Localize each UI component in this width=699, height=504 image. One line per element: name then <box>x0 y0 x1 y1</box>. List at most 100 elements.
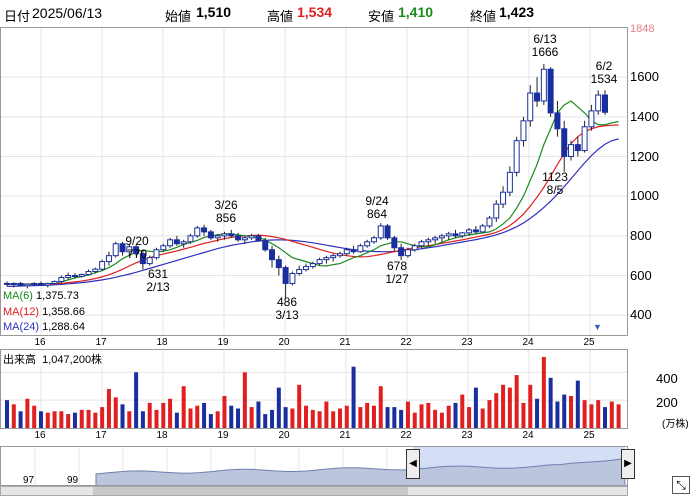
candle-body <box>445 233 452 237</box>
range-navigator[interactable]: 9799010305070911131517192123 ◀ ▶ <box>0 446 635 486</box>
vol-tick-200: 200 <box>656 395 678 410</box>
annotation-2: 3/26 856 <box>214 198 238 225</box>
expand-icon[interactable]: ⤡ <box>672 476 690 494</box>
xaxis2-tick-20: 20 <box>278 430 290 441</box>
close-value: 1,423 <box>499 4 535 20</box>
candle-body <box>466 229 473 234</box>
candle-body <box>547 68 554 114</box>
candle-body <box>289 273 296 284</box>
candle-body <box>581 126 588 152</box>
volume-bar <box>371 405 376 428</box>
price-chart-panel[interactable]: ▼ 9/20 770 631 2/13 3/26 856 486 3/13 9/24 8… <box>0 27 628 336</box>
annotation-4: 9/24 864 <box>365 194 389 221</box>
volume-bar <box>18 411 23 428</box>
candle-body <box>71 275 78 278</box>
volume-panel[interactable]: 出来高 1,047,200株 <box>0 349 628 429</box>
volume-bar <box>589 404 594 428</box>
xaxis1-tick-20: 20 <box>278 337 290 348</box>
candle-body <box>540 68 547 102</box>
annotation-7: 1123 8/5 <box>542 170 568 197</box>
xaxis1-tick-19: 19 <box>217 337 229 348</box>
volume-bar <box>283 407 288 428</box>
candle-body <box>119 243 126 253</box>
volume-bar <box>317 411 322 428</box>
candle-body <box>404 249 411 257</box>
volume-bar <box>562 394 567 428</box>
volume-bar <box>106 389 111 428</box>
volume-bar <box>494 393 499 428</box>
open-label: 始値 <box>165 9 192 24</box>
candle-body <box>493 203 500 219</box>
range-right-handle[interactable]: ▶ <box>621 449 635 479</box>
ma24-legend-value: 1,288.64 <box>42 321 85 333</box>
volume-bar <box>45 412 50 428</box>
candle-body <box>24 283 31 287</box>
candle-body <box>44 282 51 286</box>
volume-bar <box>480 408 485 428</box>
candle-body <box>248 235 255 239</box>
xaxis2-tick-23: 23 <box>461 430 473 441</box>
candle-body <box>561 128 568 158</box>
volume-bar <box>603 407 607 428</box>
candle-body <box>31 282 38 285</box>
volume-bar <box>569 395 574 428</box>
volume-bar <box>38 411 43 428</box>
candle-body <box>574 144 581 152</box>
candle-body <box>194 227 201 237</box>
volume-bar <box>32 405 37 428</box>
range-left-handle[interactable]: ◀ <box>406 449 420 479</box>
candle-body <box>343 249 350 255</box>
volume-bar <box>439 412 444 428</box>
price-tick-1200: 1200 <box>630 148 659 164</box>
volume-bar <box>93 412 98 428</box>
candle-body <box>357 245 364 253</box>
candle-body <box>207 231 214 239</box>
candle-body <box>303 266 309 271</box>
volume-bar <box>405 401 410 428</box>
volume-bar <box>399 409 404 428</box>
candle-body <box>187 235 194 243</box>
volume-bar <box>304 405 308 428</box>
volume-bar <box>582 400 587 428</box>
horizontal-scrollbar[interactable] <box>0 486 628 496</box>
volume-bar <box>535 398 540 428</box>
volume-bar <box>324 401 329 428</box>
volume-bar <box>358 407 363 428</box>
candle-body <box>370 237 377 243</box>
candle-body <box>105 255 112 263</box>
volume-bar <box>72 412 77 428</box>
volume-bar <box>473 387 478 428</box>
xaxis1-tick-16: 16 <box>34 337 46 348</box>
volume-bar <box>290 408 295 428</box>
candle-body <box>418 241 425 247</box>
candle-body <box>167 239 174 247</box>
candle-body <box>506 171 513 193</box>
candle-body <box>452 233 459 237</box>
candle-body <box>180 241 187 245</box>
vol-unit: (万株) <box>662 419 689 430</box>
candle-body <box>275 259 282 269</box>
candle-body <box>282 267 289 284</box>
volume-bar <box>161 402 166 428</box>
volume-bar <box>514 375 519 428</box>
volume-bar <box>208 414 213 428</box>
volume-bar <box>467 407 472 428</box>
volume-bar <box>433 409 438 428</box>
volume-bar <box>331 411 336 428</box>
date-value: 2025/06/13 <box>32 5 103 21</box>
volume-bar <box>222 395 227 428</box>
volume-bar <box>276 387 281 428</box>
candle-body <box>214 235 221 239</box>
volume-bar <box>596 400 601 428</box>
xaxis2-tick-21: 21 <box>339 430 351 441</box>
vol-tick-400: 400 <box>656 371 678 386</box>
candle-body <box>112 243 119 257</box>
volume-bar <box>351 366 356 428</box>
ma24-legend: MA(24) 1,288.64 <box>3 321 85 333</box>
candle-body <box>411 245 418 251</box>
candle-body <box>4 282 10 285</box>
price-tick-1400: 1400 <box>630 108 659 124</box>
volume-bar <box>392 407 397 428</box>
volume-bar <box>487 400 492 428</box>
scrollbar-thumb[interactable] <box>93 487 408 495</box>
